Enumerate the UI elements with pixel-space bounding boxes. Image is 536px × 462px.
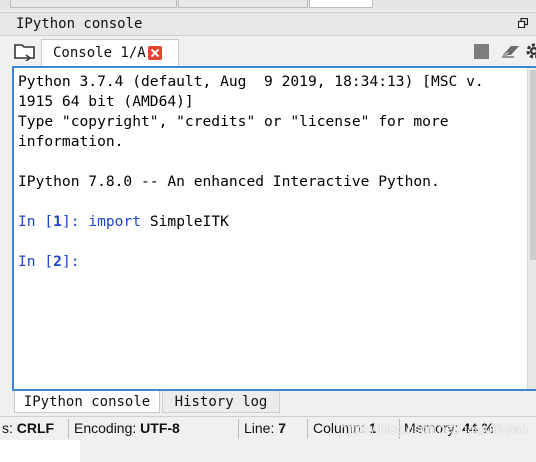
eol-value: CRLF — [16, 420, 55, 436]
import-keyword: import — [88, 213, 142, 230]
window-bottom-edge — [0, 440, 536, 462]
top-tab-strip — [0, 0, 536, 10]
scrollbar-thumb[interactable] — [530, 70, 536, 260]
status-separator — [68, 419, 69, 439]
status-bar: s: CRLF Encoding: UTF-8 Line: 7 Column: … — [0, 416, 536, 441]
console-output[interactable]: Python 3.7.4 (default, Aug 9 2019, 18:34… — [12, 66, 536, 391]
stop-icon[interactable] — [474, 44, 489, 59]
eraser-icon[interactable] — [500, 43, 522, 59]
gear-icon[interactable] — [525, 42, 536, 60]
prompt-number: 2 — [53, 253, 62, 270]
undock-icon[interactable] — [518, 18, 528, 28]
banner-line: Python 3.7.4 (default, Aug 9 2019, 18:34… — [18, 73, 484, 90]
prompt-prefix: In [ — [18, 253, 54, 270]
input-prompt-1: In [1]: import SimpleITK — [18, 213, 229, 230]
ipython-version-line: IPython 7.8.0 -- An enhanced Interactive… — [18, 173, 440, 190]
line-value: 7 — [278, 420, 287, 436]
encoding-label: Encoding: — [74, 420, 137, 436]
eol-label: s: — [2, 420, 13, 436]
import-module: SimpleITK — [141, 213, 229, 230]
banner-line: 1915 64 bit (AMD64)] — [18, 93, 194, 110]
line-label: Line: — [244, 420, 275, 436]
bottom-tab-bar: IPython console History log — [0, 391, 536, 415]
pane-title-bar: IPython console — [0, 12, 536, 36]
eol-status: s: CRLF — [2, 420, 54, 436]
watermark-text: https://blog.csdn.net/haiguijiujian — [340, 421, 528, 436]
encoding-status: Encoding: UTF-8 — [74, 420, 180, 436]
prompt-prefix: In [ — [18, 213, 54, 230]
pane-title: IPython console — [16, 16, 143, 32]
line-status: Line: 7 — [244, 420, 286, 436]
status-separator — [307, 419, 308, 439]
console-tab-label: Console 1/A — [53, 45, 146, 61]
close-tab-icon[interactable] — [148, 46, 162, 60]
status-separator — [238, 419, 239, 439]
banner-line: Type "copyright", "credits" or "license"… — [18, 113, 449, 130]
top-tab[interactable] — [309, 0, 373, 8]
tab-ipython-console[interactable]: IPython console — [14, 391, 160, 413]
prompt-suffix: ]: — [61, 253, 80, 270]
background-block — [80, 440, 536, 462]
vertical-scrollbar[interactable] — [527, 68, 536, 389]
tab-history-log[interactable]: History log — [162, 391, 280, 413]
prompt-suffix: ]: — [61, 213, 80, 230]
top-tab[interactable] — [10, 0, 177, 8]
top-tab[interactable] — [178, 0, 308, 8]
encoding-value: UTF-8 — [140, 420, 180, 436]
input-prompt-2[interactable]: In [2]: — [18, 253, 80, 270]
console-tab[interactable]: Console 1/A — [41, 39, 179, 66]
prompt-number: 1 — [53, 213, 62, 230]
banner-line: information. — [18, 133, 124, 150]
open-folder-icon[interactable] — [13, 41, 37, 61]
console-tab-bar: Console 1/A — [0, 36, 536, 66]
